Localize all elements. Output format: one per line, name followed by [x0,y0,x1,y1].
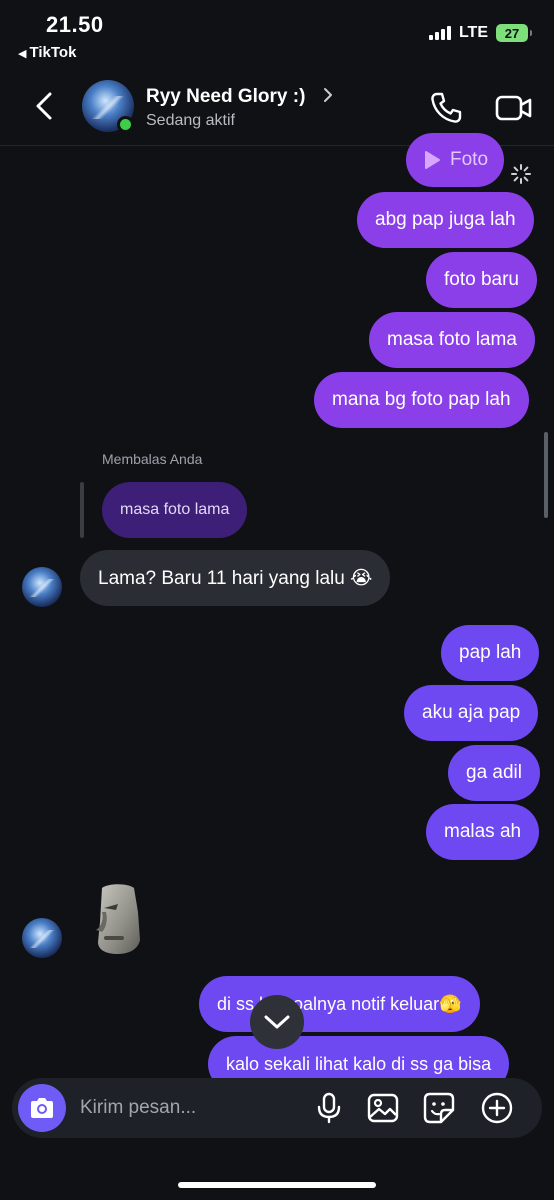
message-bubble-incoming[interactable]: Lama? Baru 11 hari yang lalu 😭 [80,550,391,606]
reply-indicator-bar [80,482,84,538]
clock: 21.50 [46,12,104,37]
play-icon [425,151,440,169]
moai-sticker[interactable] [88,882,148,956]
status-indicators: LTE 27 [428,24,532,42]
back-arrow-icon[interactable] [30,88,62,124]
video-call-icon[interactable] [494,92,534,124]
home-indicator[interactable] [178,1182,376,1188]
loading-spinner-icon [511,164,531,184]
sender-avatar[interactable] [22,918,62,958]
message-input[interactable] [80,1078,300,1138]
back-app-label: TikTok [29,44,77,61]
reply-label: Membalas Anda [102,451,203,467]
message-bubble-outgoing[interactable]: abg pap juga lah [357,192,534,248]
battery-level: 27 [504,25,520,41]
message-bubble-outgoing[interactable]: foto baru [426,252,537,308]
camera-icon [31,1098,53,1118]
battery-icon: 27 [496,24,532,42]
signal-icon [428,26,451,40]
network-label: LTE [458,24,488,41]
chevron-down-icon [264,1015,290,1029]
contact-name[interactable]: Ryy Need Glory :) [146,86,305,108]
back-to-app-link[interactable]: ◀ TikTok [18,44,76,61]
sender-avatar[interactable] [22,567,62,607]
message-bubble-outgoing[interactable]: ga adil [448,745,540,801]
message-bubble-outgoing[interactable]: di ss bg,soalnya notif keluar🫣 [199,976,480,1032]
back-triangle-icon: ◀ [18,48,27,60]
scroll-to-bottom-button[interactable] [250,995,304,1049]
status-bar: 21.50 ◀ TikTok LTE 27 [0,0,554,70]
phone-icon[interactable] [428,90,464,126]
add-icon[interactable] [480,1091,514,1125]
sticker-icon[interactable] [422,1091,456,1125]
reply-quote-bubble[interactable]: masa foto lama [102,482,248,538]
contact-status: Sedang aktif [146,112,235,129]
camera-button[interactable] [18,1084,66,1132]
gallery-icon[interactable] [366,1091,400,1125]
chevron-right-icon[interactable] [322,86,334,104]
online-status-dot [117,116,134,133]
message-bubble-outgoing[interactable]: aku aja pap [404,685,539,741]
message-bubble-outgoing[interactable]: masa foto lama [369,312,535,368]
message-bubble-outgoing[interactable]: malas ah [426,804,540,860]
microphone-icon[interactable] [312,1091,346,1125]
message-bubble-outgoing[interactable]: mana bg foto pap lah [314,372,529,428]
message-composer [12,1078,542,1138]
photo-attachment-bubble[interactable]: Foto [406,133,505,187]
attachment-label: Foto [450,149,489,170]
scrollbar[interactable] [544,432,548,518]
message-bubble-outgoing[interactable]: pap lah [441,625,540,681]
